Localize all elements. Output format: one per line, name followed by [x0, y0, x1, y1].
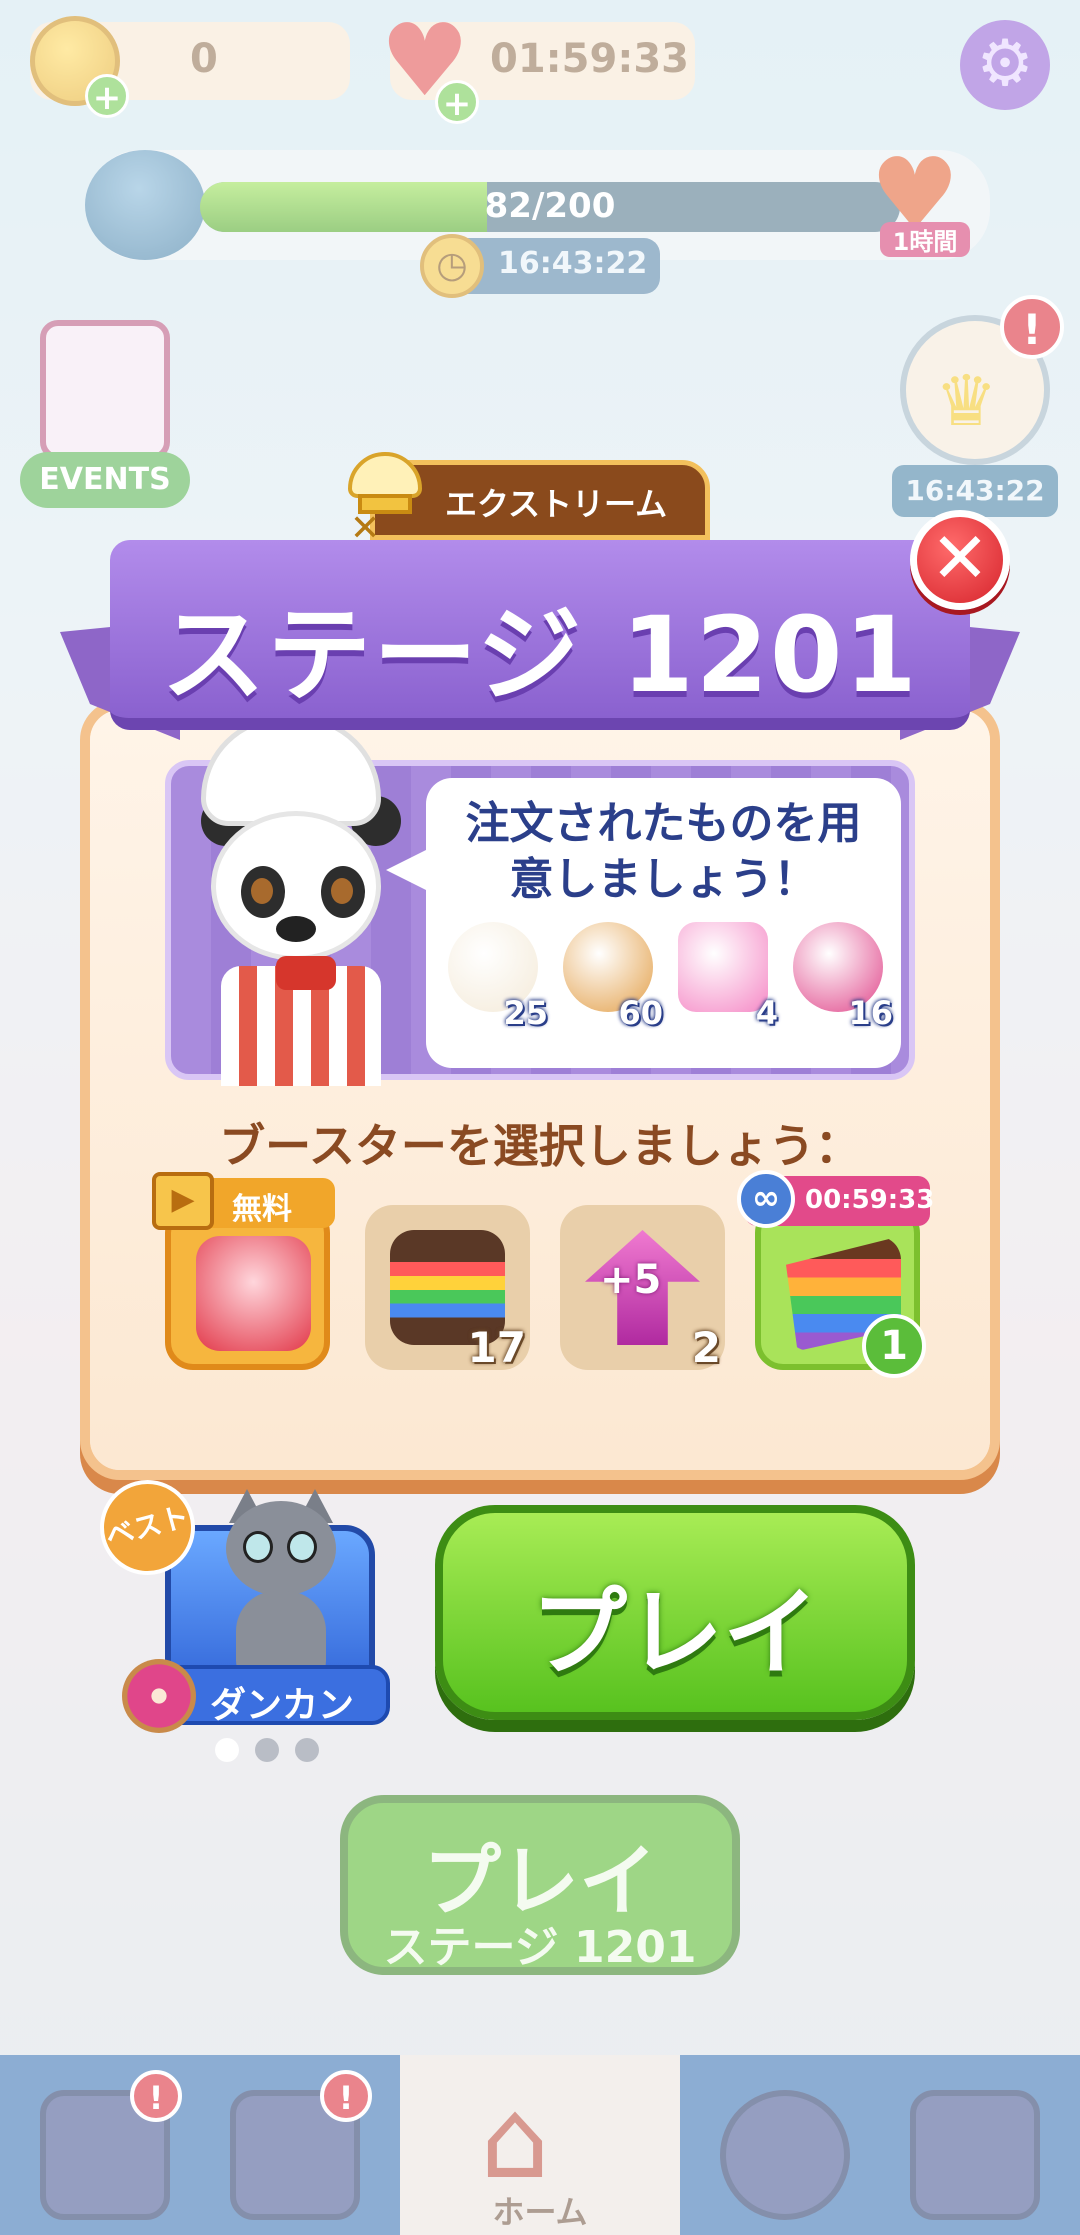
nav-profile[interactable]: !	[20, 2070, 190, 2230]
shop-icon	[910, 2090, 1040, 2220]
team-icon	[720, 2090, 850, 2220]
order-item: 16	[789, 918, 893, 1032]
nav-shop[interactable]	[890, 2080, 1060, 2230]
order-item: 60	[559, 918, 663, 1032]
events-button[interactable]: EVENTS	[20, 320, 190, 510]
booster-rainbow-cake[interactable]: 1	[755, 1205, 926, 1378]
event-timer: ◷ 16:43:22	[420, 234, 660, 298]
booster-count: 17	[467, 1323, 526, 1372]
chef-hat-icon: ♛	[935, 360, 998, 442]
chef-hat-event-button[interactable]: ♛ 16:43:22 !	[892, 295, 1064, 517]
chef-hat-knife-icon: ✕	[340, 452, 430, 549]
infinity-icon: ∞	[737, 1170, 795, 1228]
infinite-timer: 00:59:33	[805, 1185, 935, 1215]
orders-list: 25 60 4 16	[444, 918, 893, 1032]
free-tag: ▶ 無料	[152, 1172, 335, 1230]
booster-plus-five[interactable]: +5 2	[560, 1205, 725, 1372]
order-count: 25	[503, 994, 548, 1032]
reward-heart-icon: ♥ 1時間	[870, 145, 980, 257]
order-count: 16	[848, 994, 893, 1032]
cat-pet-icon	[211, 1489, 351, 1691]
macaron-icon	[85, 150, 205, 260]
event-timer-text: 16:43:22	[498, 246, 648, 281]
video-ad-icon: ▶	[152, 1172, 214, 1230]
page-dot[interactable]	[215, 1738, 239, 1762]
booster-count: 1	[862, 1314, 926, 1378]
coin-value: 0	[190, 36, 218, 82]
plus-five-label: +5	[600, 1257, 662, 1303]
chef-event-timer: 16:43:22	[892, 465, 1058, 517]
pink-roll-icon	[678, 922, 768, 1012]
background-play-button: プレイ ステージ 1201	[340, 1795, 740, 1975]
nav-team[interactable]	[700, 2080, 870, 2230]
progress-text: 82/200	[484, 186, 616, 226]
booster-prompt: ブースターを選択しましょう：	[219, 1119, 861, 1173]
clipboard-icon	[40, 320, 170, 460]
stage-title: ステージ 1201	[161, 594, 919, 716]
speech-bubble: 注文されたものを用意しましょう！ 25 60 4 16	[386, 778, 901, 1068]
clock-icon: ◷	[420, 234, 484, 298]
coin-counter[interactable]: + 0	[30, 16, 350, 118]
collection-alert-icon: !	[320, 2070, 372, 2122]
order-message: 注文されたものを用意しましょう！	[465, 798, 862, 905]
difficulty-label: エクストリーム	[445, 485, 668, 523]
page-dot[interactable]	[295, 1738, 319, 1762]
donut-icon	[122, 1659, 196, 1733]
close-icon: ✕	[930, 517, 990, 599]
pet-name: ダンカン	[210, 1685, 355, 1726]
order-count: 60	[618, 994, 663, 1032]
page-dot[interactable]	[255, 1738, 279, 1762]
order-item: 4	[674, 918, 778, 1032]
background-stage-label: ステージ 1201	[383, 1922, 697, 1973]
panda-chef-icon	[181, 716, 421, 1086]
pet-name-tag: ダンカン	[122, 1659, 390, 1733]
nav-home[interactable]: ⌂ ホーム	[400, 2055, 680, 2235]
play-button[interactable]: プレイ	[435, 1505, 915, 1720]
close-button[interactable]: ✕	[910, 510, 1010, 610]
lives-timer: 01:59:33	[490, 36, 689, 82]
settings-gear-icon[interactable]: ⚙	[960, 20, 1050, 110]
pet-page-dots[interactable]	[215, 1738, 335, 1762]
order-count: 4	[755, 994, 778, 1032]
play-button-label: プレイ	[531, 1577, 819, 1689]
alert-icon: !	[1000, 295, 1064, 359]
order-item: 25	[444, 918, 548, 1032]
events-label: EVENTS	[20, 452, 190, 508]
add-coins-icon[interactable]: +	[85, 74, 129, 118]
nav-collection[interactable]: !	[210, 2070, 380, 2230]
bottom-nav: ! ! ⌂ ホーム	[0, 2055, 1080, 2235]
gift-box-booster-icon	[196, 1236, 311, 1351]
orders-panel: 注文されたものを用意しましょう！ 25 60 4 16	[165, 716, 915, 1086]
progress-track: 82/200	[200, 182, 900, 232]
profile-alert-icon: !	[130, 2070, 182, 2122]
title-ribbon: ステージ 1201	[110, 540, 970, 730]
lives-counter[interactable]: ♥ + 01:59:33	[380, 11, 695, 124]
nav-home-label: ホーム	[492, 2193, 588, 2231]
booster-smore[interactable]: 17	[365, 1205, 530, 1372]
free-label: 無料	[232, 1192, 292, 1227]
infinite-timer-tag: ∞ 00:59:33	[737, 1170, 934, 1228]
home-icon: ⌂	[480, 2075, 550, 2203]
reward-heart-label: 1時間	[880, 222, 970, 257]
booster-count: 2	[691, 1323, 721, 1372]
add-lives-icon[interactable]: +	[435, 80, 479, 124]
